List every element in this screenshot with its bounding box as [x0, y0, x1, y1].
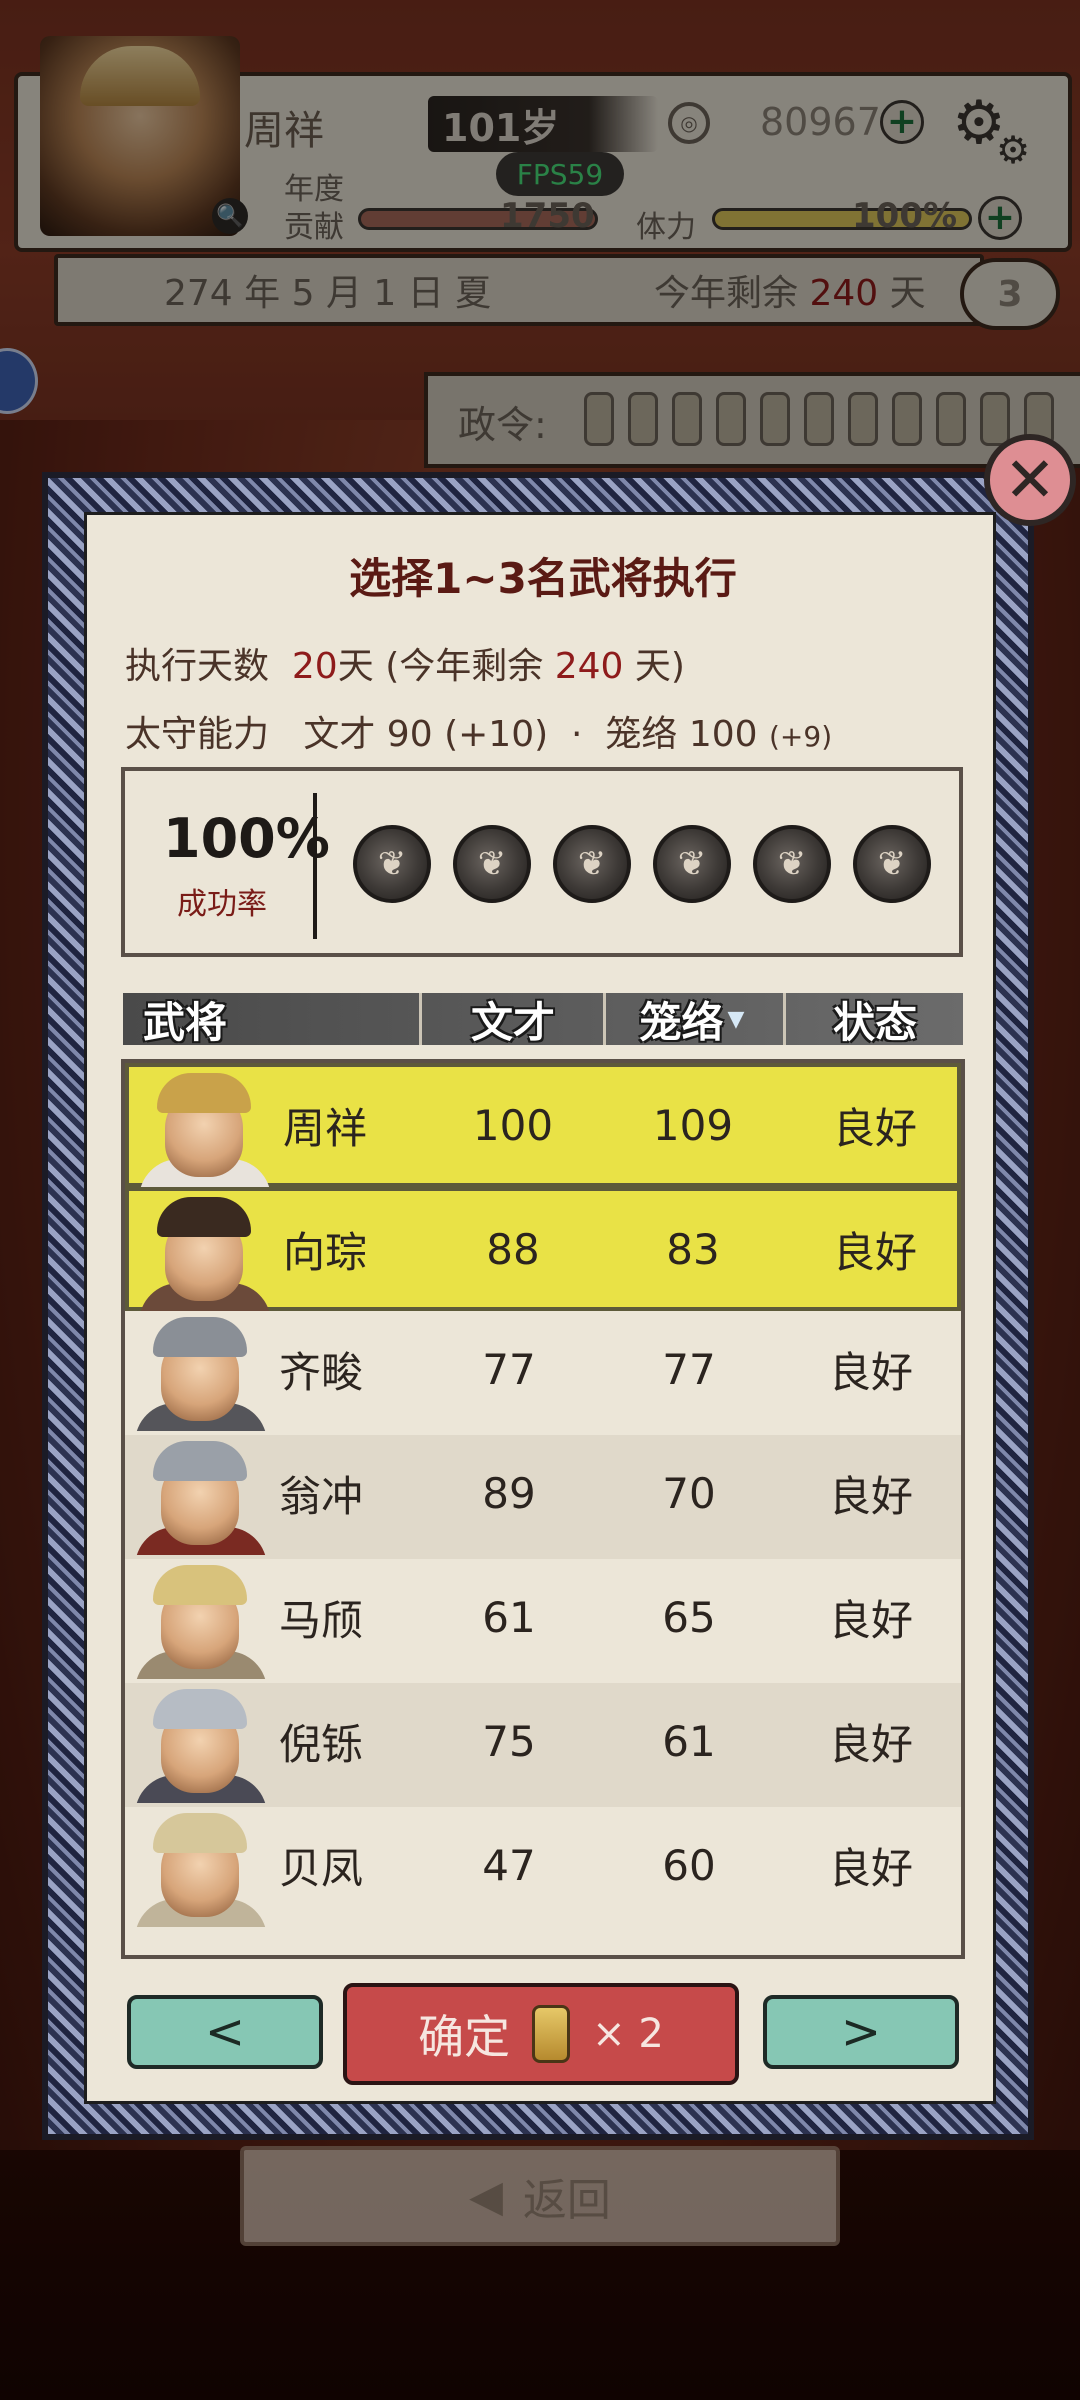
- days-remain-prefix: (今年剩余: [385, 646, 544, 687]
- wen-value: 89: [482, 1468, 536, 1518]
- long-value: 109: [652, 1100, 734, 1150]
- next-page-button[interactable]: >: [763, 1995, 959, 2069]
- close-dialog-button[interactable]: ✕: [984, 434, 1076, 526]
- days-unit: 天: [337, 646, 374, 687]
- general-portrait: [139, 1191, 271, 1311]
- general-name: 向琮: [283, 1227, 368, 1277]
- wen-value: 88: [486, 1224, 540, 1274]
- status-value: 良好: [828, 1471, 913, 1521]
- general-row[interactable]: 贝凤 47 60 良好: [125, 1807, 961, 1931]
- sort-down-icon: ▼: [727, 1006, 745, 1032]
- portrait-helmet: [153, 1813, 247, 1853]
- long-value: 83: [666, 1224, 720, 1274]
- portrait-helmet: [157, 1073, 251, 1113]
- general-name: 翁冲: [279, 1471, 364, 1521]
- long-value: 70: [662, 1468, 716, 1518]
- portrait-helmet: [153, 1317, 247, 1357]
- general-row[interactable]: 齐畯 77 77 良好: [125, 1311, 961, 1435]
- general-portrait: [135, 1311, 267, 1431]
- execution-days-line: 执行天数 20天 (今年剩余 240 天): [125, 637, 685, 689]
- portrait-helmet: [153, 1689, 247, 1729]
- long-value: 60: [662, 1840, 716, 1890]
- status-value: 良好: [828, 1843, 913, 1893]
- rate-divider: [313, 793, 317, 939]
- status-value: 良好: [828, 1719, 913, 1769]
- general-row[interactable]: 周祥 100 109 良好: [125, 1063, 961, 1187]
- ability-wen: 文才 90: [303, 714, 433, 755]
- fan-icon: ❦: [753, 825, 831, 903]
- header-separator: [419, 993, 422, 1045]
- prev-page-button[interactable]: <: [127, 1995, 323, 2069]
- general-name: 贝凤: [279, 1843, 364, 1893]
- success-rate-label: 成功率: [177, 887, 267, 922]
- success-rate: 100%: [163, 807, 330, 870]
- status-value: 良好: [828, 1347, 913, 1397]
- back-label: 返回: [522, 2175, 611, 2226]
- fan-icon: ❦: [853, 825, 931, 903]
- dialog-title: 选择1~3名武将执行: [349, 554, 737, 603]
- wen-value: 61: [482, 1592, 536, 1642]
- portrait-helmet: [153, 1565, 247, 1605]
- general-portrait: [135, 1435, 267, 1555]
- status-value: 良好: [828, 1595, 913, 1645]
- col-general[interactable]: 武将: [123, 993, 323, 1047]
- wen-value: 77: [482, 1344, 536, 1394]
- general-row[interactable]: 向琮 88 83 良好: [125, 1187, 961, 1311]
- back-button[interactable]: ◀ 返回: [240, 2146, 840, 2246]
- governor-ability-line: 太守能力 文才 90 (+10) · 笼络 100 (+9): [125, 705, 832, 757]
- ability-long: 笼络 100: [605, 714, 758, 755]
- general-name: 倪铄: [279, 1719, 364, 1769]
- general-portrait: [135, 1683, 267, 1803]
- portrait-helmet: [157, 1197, 251, 1237]
- general-row[interactable]: 倪铄 75 61 良好: [125, 1683, 961, 1807]
- wen-value: 75: [482, 1716, 536, 1766]
- ability-label: 太守能力: [125, 714, 270, 755]
- general-row[interactable]: 马颀 61 65 良好: [125, 1559, 961, 1683]
- header-separator: [603, 993, 606, 1045]
- days-value: 20: [291, 646, 338, 687]
- general-portrait: [139, 1067, 271, 1187]
- fan-icon: ❦: [553, 825, 631, 903]
- col-wen[interactable]: 文才: [423, 993, 603, 1047]
- wen-value: 100: [472, 1100, 554, 1150]
- ability-long-bonus: (+9): [769, 720, 833, 753]
- general-row[interactable]: 翁冲 89 70 良好: [125, 1435, 961, 1559]
- general-name: 齐畯: [279, 1347, 364, 1397]
- long-value: 77: [662, 1344, 716, 1394]
- fan-icon: ❦: [653, 825, 731, 903]
- col-long-sorted[interactable]: 笼络 ▼: [607, 993, 777, 1047]
- status-value: 良好: [832, 1103, 917, 1153]
- general-name: 马颀: [279, 1595, 364, 1645]
- days-label: 执行天数: [125, 646, 270, 687]
- general-name: 周祥: [283, 1103, 368, 1153]
- fan-icon: ❦: [453, 825, 531, 903]
- success-rate-box: 100% 成功率 ❦ ❦ ❦ ❦ ❦ ❦: [121, 767, 963, 957]
- back-arrow-icon: ◀: [469, 2170, 503, 2222]
- table-header: 武将 文才 笼络 ▼ 状态: [123, 993, 963, 1047]
- general-portrait: [135, 1559, 267, 1679]
- portrait-helmet: [153, 1441, 247, 1481]
- long-value: 65: [662, 1592, 716, 1642]
- header-separator: [783, 993, 786, 1045]
- generals-table: 周祥 100 109 良好 向琮 88 83 良好 齐畯 77 77 良好 翁冲 89 70 良好 马颀 61 65…: [121, 1059, 965, 1959]
- general-portrait: [135, 1807, 267, 1927]
- col-long: 笼络: [639, 997, 724, 1047]
- status-value: 良好: [832, 1227, 917, 1277]
- confirm-button[interactable]: 确定 × 2: [343, 1983, 739, 2085]
- days-remain-suffix: 天): [634, 646, 685, 687]
- wen-value: 47: [482, 1840, 536, 1890]
- confirm-label: 确定: [418, 2010, 511, 2064]
- ability-wen-bonus: (+10): [444, 714, 549, 755]
- decree-token-icon: [532, 2005, 571, 2063]
- select-generals-dialog: 选择1~3名武将执行 执行天数 20天 (今年剩余 240 天) 太守能力 文才…: [84, 512, 996, 2104]
- ability-separator: ·: [571, 714, 583, 755]
- long-value: 61: [662, 1716, 716, 1766]
- days-remain-value: 240: [554, 646, 624, 687]
- confirm-cost: × 2: [592, 2011, 664, 2057]
- fan-icon: ❦: [353, 825, 431, 903]
- col-status[interactable]: 状态: [787, 993, 963, 1047]
